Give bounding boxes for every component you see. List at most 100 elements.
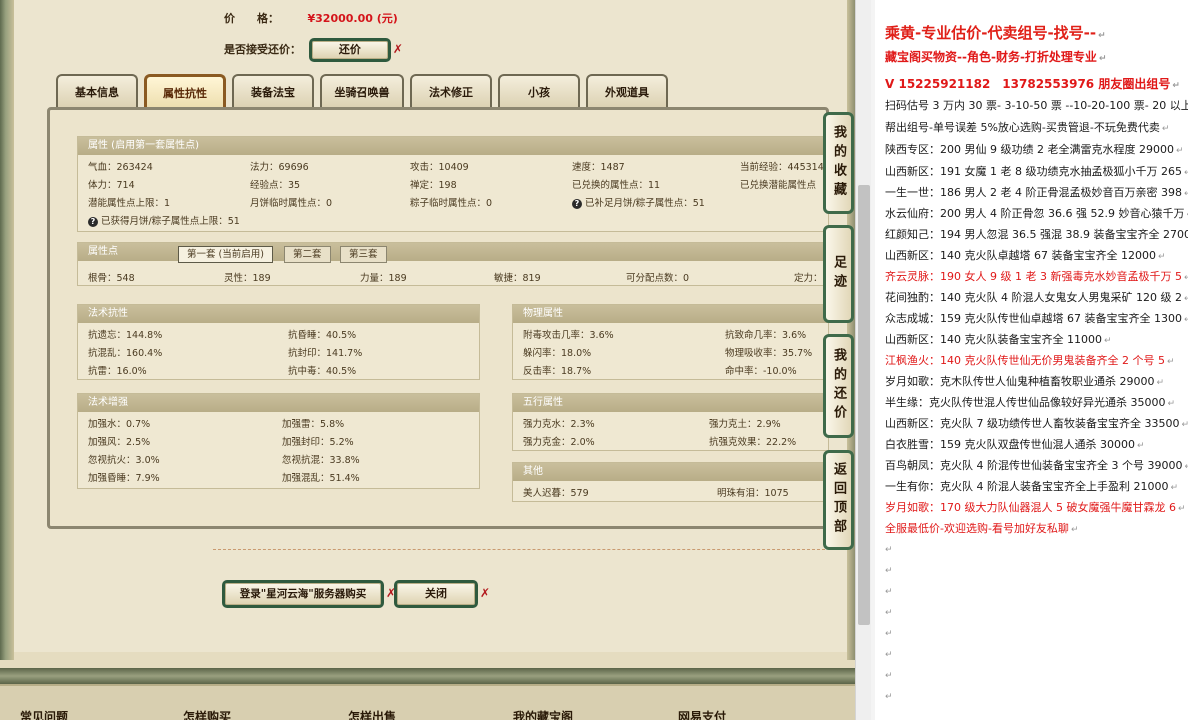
document-margin — [871, 0, 875, 720]
stat-speed: 速度：1487 — [572, 162, 625, 173]
magic-boost-section: 法术增强 加强水：0.7% 加强雷：5.8% 加强风：2.5% 加强封印：5.2… — [77, 393, 480, 489]
notes-line-text: 山西新区：克火队 7 级功绩传世人畜牧装备宝宝齐全 33500 — [885, 417, 1180, 430]
notes-line: 一生有你：克火队 4 阶混人装备宝宝齐全上手盈利 21000 ↵ — [885, 478, 1178, 494]
footer-my-treasure-link[interactable]: 我的藏宝阁 — [513, 708, 573, 720]
login-buy-button[interactable]: 登录"星河云海"服务器购买 — [222, 580, 384, 608]
stat-attack: 攻击：10409 — [410, 162, 469, 173]
paragraph-mark: ↵ — [1184, 462, 1188, 472]
stat-obtained-cap: ? 已获得月饼/粽子属性点上限：51 — [88, 213, 240, 227]
help-icon[interactable]: ? — [88, 217, 98, 227]
ignore-chaos-resist: 忽视抗混：33.8% — [282, 455, 360, 466]
phys-poison-attack: 附毒攻击几率：3.6% — [523, 330, 614, 341]
tab-equipment[interactable]: 装备法宝 — [232, 74, 314, 107]
notes-line: 红颜知己：194 男人忽混 36.5 强混 38.9 装备宝宝齐全 2700↵ — [885, 226, 1188, 242]
paragraph-mark: ↵ — [1177, 504, 1186, 514]
elem-vs-earth: 强力克土：2.9% — [709, 419, 781, 430]
tab-attributes[interactable]: 属性抗性 — [144, 74, 226, 107]
notes-line: 藏宝阁买物资--角色-财务-打折处理专业 ↵ — [885, 48, 1106, 65]
footprints-button[interactable]: 足迹 — [823, 225, 854, 323]
divider — [213, 549, 825, 550]
stat-filled-points: ? 已补足月饼/粽子属性点：51 — [572, 195, 705, 209]
notes-line: 陕西专区：200 男仙 9 级功绩 2 老全满雷克水程度 29000 ↵ — [885, 141, 1184, 157]
footer-ornament — [0, 668, 855, 684]
paragraph-mark: ↵ — [1175, 146, 1184, 156]
notes-line-text: 众志成城：159 克火队传世仙卓越塔 67 装备宝宝齐全 1300 — [885, 312, 1182, 325]
game-page: 价 格： ¥32000.00 (元) 是否接受还价： 还价 ✗ 基本信息 属性抗性… — [0, 0, 855, 720]
price-row: 价 格： ¥32000.00 (元) — [224, 10, 398, 26]
notes-line-text: 水云仙府：200 男人 4 阶正骨忽 36.6 强 52.9 妙音心猿千万 — [885, 207, 1185, 220]
tab-basic-info[interactable]: 基本信息 — [56, 74, 138, 107]
notes-line-text: V 15225921182 13782553976 朋友圈出组号 — [885, 77, 1171, 91]
tab-appearance[interactable]: 外观道具 — [586, 74, 668, 107]
paragraph-mark: ↵ — [1098, 54, 1107, 64]
notes-line: 山西新区：140 克火队装备宝宝齐全 11000 ↵ — [885, 331, 1112, 347]
page-scrollbar[interactable] — [855, 0, 871, 720]
notes-line: 山西新区：克火队 7 级功绩传世人畜牧装备宝宝齐全 33500 ↵ — [885, 415, 1188, 431]
empty-paragraph-mark: ↵ — [885, 566, 893, 576]
frame-left-border — [0, 0, 14, 660]
magic-resist-section: 法术抗性 抗遗忘：144.8% 抗昏睡：40.5% 抗混乱：160.4% 抗封印… — [77, 304, 480, 380]
notes-line: 扫码估号 3 万内 30 票- 3-10-50 票 --10-20-100 票-… — [885, 97, 1188, 113]
notes-line-text: 岁月如歌：克木队传世人仙鬼种植畜牧职业通杀 29000 — [885, 375, 1155, 388]
stat-mooncake-temp: 月饼临时属性点：0 — [250, 198, 333, 209]
notes-line: 山西新区：140 克火队卓越塔 67 装备宝宝齐全 12000 ↵ — [885, 247, 1166, 263]
favorites-button[interactable]: 我的收藏 — [823, 112, 854, 214]
resist-forget: 抗遗忘：144.8% — [88, 330, 163, 341]
boost-chaos: 加强混乱：51.4% — [282, 473, 360, 484]
resist-poison: 抗中毒：40.5% — [288, 366, 357, 377]
subtab-set-1[interactable]: 第一套 (当前启用) — [178, 246, 273, 263]
resist-chaos: 抗混乱：160.4% — [88, 348, 163, 359]
paragraph-mark: ↵ — [1170, 483, 1179, 493]
notes-line-text: 百鸟朝凤：克火队 4 阶混传世仙装备宝宝齐全 3 个号 39000 — [885, 459, 1183, 472]
stat-exchanged-points: 已兑换的属性点：11 — [572, 180, 661, 191]
physical-section: 物理属性 附毒攻击几率：3.6% 抗致命几率：3.6% 躲闪率：18.0% 物理… — [512, 304, 829, 380]
resist-sleep: 抗昏睡：40.5% — [288, 330, 357, 341]
paragraph-mark: ↵ — [1161, 124, 1170, 134]
boost-seal: 加强封印：5.2% — [282, 437, 354, 448]
notes-line: 半生缘：克火队传世混人传世仙品像较好异光通杀 35000 ↵ — [885, 394, 1175, 410]
close-mark-icon: ✗ — [392, 42, 403, 56]
phys-hit: 命中率：-10.0% — [725, 366, 797, 377]
back-to-top-button[interactable]: 返回顶部 — [823, 450, 854, 550]
resist-seal: 抗封印：141.7% — [288, 348, 363, 359]
tab-mounts-pets[interactable]: 坐骑召唤兽 — [320, 74, 404, 107]
scrollbar-thumb[interactable] — [858, 185, 870, 625]
elem-vs-metal: 强力克金：2.0% — [523, 437, 595, 448]
haggle-button[interactable]: 还价 — [308, 38, 391, 62]
point-endurance: 定力： — [794, 273, 823, 284]
close-button[interactable]: 关闭 — [394, 580, 478, 608]
price-label: 价 格： — [224, 12, 279, 25]
stat-hp: 气血：263424 — [88, 162, 153, 173]
my-offers-button[interactable]: 我的还价 — [823, 334, 854, 438]
paragraph-mark: ↵ — [1167, 399, 1176, 409]
attributes-panel: 属性 (启用第一套属性点) 气血：263424 法力：69696 攻击：1040… — [47, 107, 829, 529]
paragraph-mark: ↵ — [1157, 252, 1166, 262]
footer-how-sell-link[interactable]: 怎样出售 — [348, 708, 396, 720]
boost-wind: 加强风：2.5% — [88, 437, 151, 448]
paragraph-mark: ↵ — [1070, 525, 1079, 535]
help-icon[interactable]: ? — [572, 199, 582, 209]
stat-mp: 法力：69696 — [250, 162, 309, 173]
footer-how-buy-link[interactable]: 怎样购买 — [183, 708, 231, 720]
point-strength: 力量：189 — [360, 273, 407, 284]
subtab-set-2[interactable]: 第二套 — [284, 246, 331, 263]
paragraph-mark: ↵ — [1183, 168, 1188, 178]
footer-faq-link[interactable]: 常见问题 — [20, 708, 68, 720]
point-constitution: 根骨：548 — [88, 273, 135, 284]
paragraph-mark: ↵ — [1183, 273, 1188, 283]
subtab-set-3[interactable]: 第三套 — [340, 246, 387, 263]
tab-child[interactable]: 小孩 — [498, 74, 580, 107]
notes-line: 白衣胜雪：159 克火队双盘传世仙混人通杀 30000 ↵ — [885, 436, 1145, 452]
other-section: 其他 美人迟暮：579 明珠有泪：1075 — [512, 462, 829, 502]
close-mark-icon: ✗ — [480, 586, 491, 600]
footer-netease-pay-link[interactable]: 网易支付 — [678, 708, 726, 720]
paragraph-mark: ↵ — [1183, 294, 1188, 304]
attributes-header: 属性 (启用第一套属性点) — [78, 137, 828, 155]
stat-stamina: 体力：714 — [88, 180, 135, 191]
notes-line: 岁月如歌：克木队传世人仙鬼种植畜牧职业通杀 29000 ↵ — [885, 373, 1164, 389]
tab-spell-correction[interactable]: 法术修正 — [410, 74, 492, 107]
notes-line: 一生一世：186 男人 2 老 4 阶正骨混孟极妙音百万亲密 398 ↵ — [885, 184, 1188, 200]
paragraph-mark: ↵ — [1166, 357, 1175, 367]
notes-line-text: 半生缘：克火队传世混人传世仙品像较好异光通杀 35000 — [885, 396, 1166, 409]
notes-line-text: 山西新区：191 女魔 1 老 8 级功绩克水抽孟极狐小千万 265 — [885, 165, 1182, 178]
